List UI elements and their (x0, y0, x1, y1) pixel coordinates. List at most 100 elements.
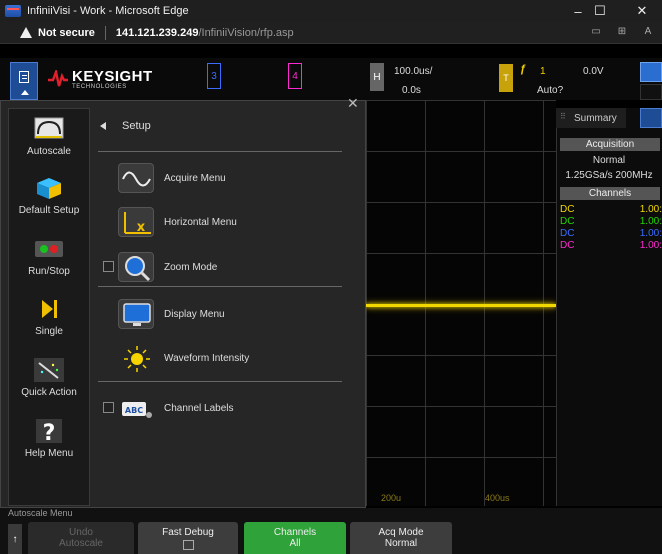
help-menu-button[interactable]: ? Help Menu (8, 418, 90, 459)
back-arrow-icon (100, 122, 106, 130)
softkey-menu-title: Autoscale Menu (8, 508, 73, 518)
softkey-up-arrow-icon[interactable]: ↑ (8, 524, 22, 554)
security-label[interactable]: Not secure (38, 27, 95, 39)
run-stop-button[interactable]: Run/Stop (8, 236, 90, 277)
single-icon (33, 296, 65, 322)
run-stop-icon (33, 236, 65, 262)
x-axis-label: 200u (381, 493, 402, 503)
menu-icon (19, 71, 29, 83)
horizontal-scale[interactable]: 100.0us/ (394, 66, 432, 77)
fast-debug-checkbox[interactable] (182, 539, 194, 550)
font-icon[interactable]: A (640, 26, 656, 40)
acquisition-rate: 1.25GSa/s 200MHz (565, 170, 653, 181)
svg-text:ABC: ABC (125, 406, 143, 415)
horizontal-badge[interactable]: H (370, 63, 384, 91)
tab-summary[interactable]: ⠿ Summary (556, 108, 626, 128)
magnifier-icon (118, 252, 154, 282)
horizontal-delay[interactable]: 0.0s (402, 85, 421, 96)
channel-labels-item[interactable]: ABC Channel Labels (118, 393, 234, 423)
divider (98, 381, 342, 382)
channels-header: Channels (560, 187, 660, 200)
acquire-menu-label: Acquire Menu (164, 172, 226, 184)
drag-handle-icon[interactable]: ⠿ (560, 112, 566, 121)
waveform-grid[interactable] (366, 100, 556, 506)
window-title: InfiniiVisi - Work - Microsoft Edge (27, 5, 189, 17)
magic-wand-icon (33, 357, 65, 383)
default-setup-button[interactable]: Default Setup (8, 175, 90, 216)
channels-subtitle: All (289, 538, 301, 549)
abc-label-icon: ABC (118, 393, 154, 423)
horizontal-menu-label: Horizontal Menu (164, 216, 237, 228)
x-axis-label: 400us (485, 493, 510, 503)
autoscale-icon (33, 116, 65, 142)
display-menu-item[interactable]: Display Menu (118, 299, 225, 329)
undo-autoscale-button[interactable]: Undo Autoscale (28, 522, 134, 554)
channel-row: DC 1.00: (560, 228, 662, 239)
acq-mode-button[interactable]: Acq Mode Normal (350, 522, 452, 554)
address-bar[interactable]: Not secure 141.121.239.249 /InfiniiVisio… (0, 22, 662, 44)
horizontal-axis-icon: x (118, 207, 154, 237)
summary-menu-icon[interactable] (640, 108, 662, 128)
close-button[interactable]: ✕ (622, 0, 662, 22)
svg-text:x: x (137, 220, 146, 235)
autoscale-button[interactable]: Autoscale (8, 116, 90, 157)
reader-icon[interactable]: ▭ (588, 26, 604, 40)
caret-up-icon (21, 90, 29, 95)
horizontal-menu-item[interactable]: x Horizontal Menu (118, 207, 237, 237)
run-stop-label: Run/Stop (28, 266, 70, 277)
display-menu-label: Display Menu (164, 308, 225, 320)
fast-debug-button[interactable]: Fast Debug (138, 522, 238, 554)
sine-wave-icon (118, 163, 154, 193)
zoom-mode-checkbox[interactable] (103, 261, 114, 272)
default-setup-icon (33, 175, 65, 201)
channel-1-trace (366, 304, 556, 307)
svg-text:?: ? (43, 421, 56, 444)
waveform-mode-button[interactable] (640, 84, 662, 100)
warning-icon (20, 27, 32, 38)
url-host[interactable]: 141.121.239.249 (116, 27, 199, 39)
divider (98, 286, 342, 287)
channels-title: Channels (273, 527, 317, 538)
app-icon (5, 5, 21, 17)
apps-icon[interactable]: ⊞ (614, 26, 630, 40)
main-menu-button[interactable] (10, 62, 38, 100)
summary-panel (556, 108, 662, 506)
channel-4-button[interactable]: 4 (288, 63, 302, 89)
fast-debug-title: Fast Debug (162, 526, 214, 538)
channels-button[interactable]: Channels All (244, 522, 346, 554)
channel-row: DC 1.00: (560, 204, 662, 215)
zoom-mode-item[interactable]: Zoom Mode (118, 252, 217, 282)
divider (98, 151, 342, 152)
channel-3-button[interactable]: 3 (207, 63, 221, 89)
channel-row: DC 1.00: (560, 240, 662, 251)
default-setup-label: Default Setup (18, 205, 80, 216)
display-mode-button[interactable] (640, 62, 662, 82)
single-button[interactable]: Single (8, 296, 90, 337)
maximize-button[interactable]: ☐ (580, 0, 620, 22)
acquire-menu-item[interactable]: Acquire Menu (118, 163, 226, 193)
acquisition-mode: Normal (592, 155, 626, 166)
sun-icon (118, 343, 154, 373)
browser-title-bar: InfiniiVisi - Work - Microsoft Edge – ☐ … (0, 0, 662, 22)
autoscale-label: Autoscale (27, 146, 71, 157)
brand-name: KEYSIGHT (72, 67, 153, 85)
trigger-channel: 1 (540, 66, 546, 77)
url-path[interactable]: /InfiniiVision/rfp.asp (198, 27, 293, 39)
waveform-intensity-label: Waveform Intensity (164, 352, 250, 364)
acq-mode-title: Acq Mode (378, 527, 424, 538)
acq-mode-subtitle: Normal (384, 538, 418, 549)
undo-subtitle: Autoscale (59, 538, 103, 549)
help-icon: ? (33, 418, 65, 446)
setup-back-button[interactable]: Setup (100, 120, 151, 132)
monitor-icon (118, 299, 154, 329)
trigger-mode[interactable]: Auto? (537, 85, 563, 96)
channel-labels-checkbox[interactable] (103, 402, 114, 413)
quick-action-button[interactable]: Quick Action (8, 357, 90, 398)
channel-labels-label: Channel Labels (164, 402, 234, 414)
trigger-level[interactable]: 0.0V (583, 66, 604, 77)
waveform-intensity-item[interactable]: Waveform Intensity (118, 343, 249, 373)
rising-edge-icon: ƒ (520, 63, 527, 75)
undo-title: Undo (69, 527, 93, 538)
overlay-close-icon[interactable]: ✕ (347, 95, 359, 112)
trigger-badge[interactable]: T (499, 64, 513, 92)
